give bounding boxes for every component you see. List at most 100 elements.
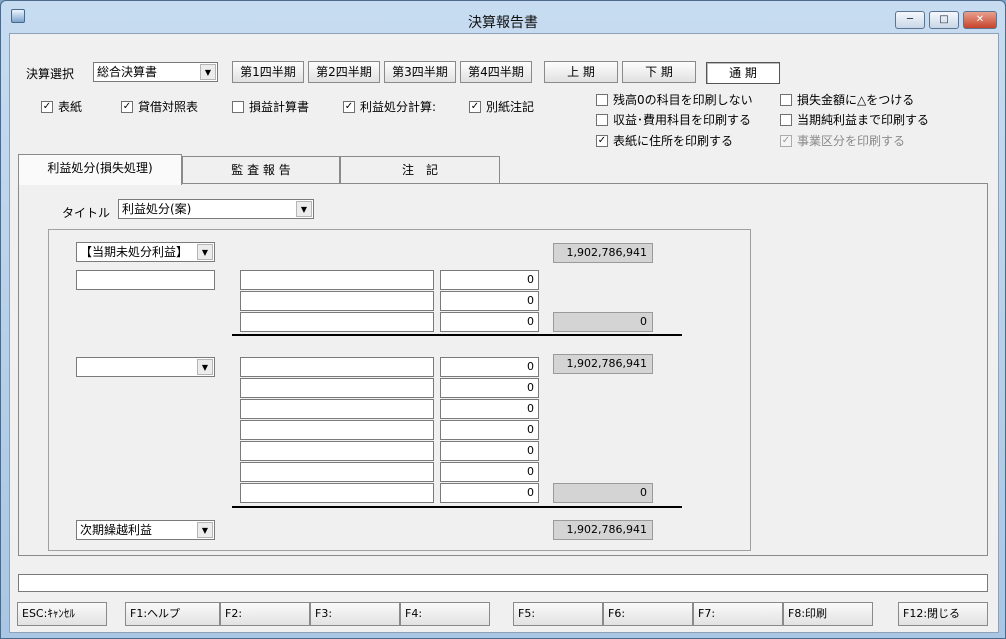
checkbox-empty-icon [596,113,608,126]
doc-income-statement-checkbox[interactable]: 損益計算書 [232,99,309,115]
f4-button[interactable]: F4: [400,602,490,626]
chevron-down-icon[interactable]: ▼ [197,522,213,538]
option-net-income-checkbox[interactable]: 当期純利益まで印刷する [780,112,929,128]
second-half-button[interactable]: 下 期 [622,61,696,83]
chevron-down-icon[interactable]: ▼ [197,244,213,260]
minimize-icon[interactable]: ─ [895,11,925,29]
section1-total: 1,902,786,941 [553,243,653,263]
option-hide-zero-label: 残高0の科目を印刷しない [613,93,753,107]
section2-row5-label-input[interactable] [240,441,434,461]
doc-notes-label: 別紙注記 [486,100,535,114]
doc-notes-checkbox[interactable]: ✓ 別紙注記 [469,99,534,115]
checkmark-icon: ✓ [469,100,481,113]
title-bar: 決算報告書 ─ □ ✕ [1,1,1005,33]
section1-row2-label-input[interactable] [240,291,434,311]
title-label: タイトル [62,206,111,220]
section1-item-value: 【当期未処分利益】 [80,245,189,259]
doc-income-statement-label: 損益計算書 [249,100,310,114]
esc-cancel-button[interactable]: ESC:ｷｬﾝｾﾙ [17,602,107,626]
f5-button[interactable]: F5: [513,602,603,626]
section1-item-select[interactable]: 【当期未処分利益】 ▼ [76,242,215,262]
doc-profit-appropriation-checkbox[interactable]: ✓ 利益処分計算: [343,99,436,115]
checkbox-empty-icon [596,93,608,106]
section2-row3-label-input[interactable] [240,399,434,419]
doc-balance-sheet-label: 貸借対照表 [138,100,199,114]
option-net-income-label: 当期純利益まで印刷する [797,113,930,127]
section1-divider [232,334,682,336]
q1-button[interactable]: 第1四半期 [232,61,304,83]
option-business-segment-label: 事業区分を印刷する [797,134,906,148]
first-half-button[interactable]: 上 期 [544,61,618,83]
q4-button[interactable]: 第4四半期 [460,61,532,83]
section1-row1-amount[interactable]: 0 [440,270,539,290]
carryforward-select[interactable]: 次期繰越利益 ▼ [76,520,215,540]
section2-row5-amount[interactable]: 0 [440,441,539,461]
option-revenue-expense-checkbox[interactable]: 収益･費用科目を印刷する [596,112,751,128]
section1-row1-label-input[interactable] [240,270,434,290]
maximize-icon[interactable]: □ [929,11,959,29]
window-title: 決算報告書 [468,15,538,31]
f6-button[interactable]: F6: [603,602,693,626]
section2-row6-amount[interactable]: 0 [440,462,539,482]
title-select[interactable]: 利益処分(案) ▼ [118,199,314,219]
section2-row7-amount[interactable]: 0 [440,483,539,503]
section2-row6-label-input[interactable] [240,462,434,482]
option-cover-address-checkbox[interactable]: ✓ 表紙に住所を印刷する [596,133,733,149]
f12-close-button[interactable]: F12:閉じる [898,602,988,626]
chevron-down-icon[interactable]: ▼ [296,201,312,217]
section1-name-input[interactable] [76,270,215,290]
section1-row3-label-input[interactable] [240,312,434,332]
section2-divider [232,506,682,508]
section1-row2-amount[interactable]: 0 [440,291,539,311]
f3-button[interactable]: F3: [310,602,400,626]
section2-subtotal: 0 [553,483,653,503]
section2-total: 1,902,786,941 [553,354,653,374]
option-business-segment-checkbox: ✓ 事業区分を印刷する [780,133,905,149]
settlement-select[interactable]: 総合決算書 ▼ [93,62,218,82]
checkbox-empty-icon [780,113,792,126]
doc-cover-label: 表紙 [58,100,83,114]
checkmark-icon: ✓ [41,100,53,113]
checkmark-icon: ✓ [343,100,355,113]
doc-cover-checkbox[interactable]: ✓ 表紙 [41,99,82,115]
close-icon[interactable]: ✕ [963,11,997,29]
tab-audit-report[interactable]: 監 査 報 告 [182,156,340,184]
q2-button[interactable]: 第2四半期 [308,61,380,83]
checkbox-empty-icon [780,93,792,106]
chevron-down-icon[interactable]: ▼ [197,359,213,375]
option-cover-address-label: 表紙に住所を印刷する [613,134,734,148]
section1-subtotal: 0 [553,312,653,332]
section2-row3-amount[interactable]: 0 [440,399,539,419]
option-loss-triangle-checkbox[interactable]: 損失金額に△をつける [780,92,914,108]
doc-balance-sheet-checkbox[interactable]: ✓ 貸借対照表 [121,99,198,115]
chevron-down-icon[interactable]: ▼ [200,64,216,80]
section2-row7-label-input[interactable] [240,483,434,503]
f2-button[interactable]: F2: [220,602,310,626]
checkmark-icon: ✓ [596,134,608,147]
option-loss-triangle-label: 損失金額に△をつける [797,93,915,107]
full-year-button[interactable]: 通 期 [706,62,780,84]
carryforward-total: 1,902,786,941 [553,520,653,540]
tab-profit-appropriation[interactable]: 利益処分(損失処理) [18,154,182,185]
section2-row4-amount[interactable]: 0 [440,420,539,440]
section2-row2-amount[interactable]: 0 [440,378,539,398]
title-select-value: 利益処分(案) [122,202,192,216]
q3-button[interactable]: 第3四半期 [384,61,456,83]
settlement-select-value: 総合決算書 [97,65,158,79]
f1-help-button[interactable]: F1:ヘルプ [125,602,220,626]
section2-row1-label-input[interactable] [240,357,434,377]
carryforward-value: 次期繰越利益 [80,523,153,537]
section2-row2-label-input[interactable] [240,378,434,398]
section2-row1-amount[interactable]: 0 [440,357,539,377]
tab-notes[interactable]: 注 記 [340,156,500,184]
option-revenue-expense-label: 収益･費用科目を印刷する [613,113,752,127]
status-bar [18,574,988,592]
option-hide-zero-checkbox[interactable]: 残高0の科目を印刷しない [596,92,753,108]
f7-button[interactable]: F7: [693,602,783,626]
section2-row4-label-input[interactable] [240,420,434,440]
main-window: 決算報告書 ─ □ ✕ 決算選択 総合決算書 ▼ 第1四半期 第2四半期 第3四… [0,0,1006,639]
section2-item-select[interactable]: ▼ [76,357,215,377]
section1-row3-amount[interactable]: 0 [440,312,539,332]
checkbox-empty-icon [232,100,244,113]
f8-print-button[interactable]: F8:印刷 [783,602,873,626]
